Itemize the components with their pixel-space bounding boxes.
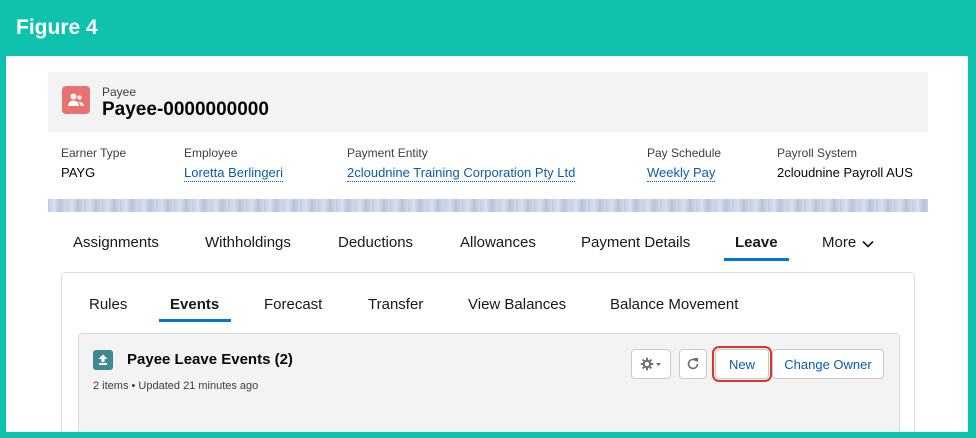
active-tab-indicator bbox=[724, 258, 789, 261]
highlight-label: Employee bbox=[184, 146, 238, 160]
related-list-card: Payee Leave Events (2) 2 items • Updated… bbox=[78, 333, 900, 432]
figure-title: Figure 4 bbox=[16, 16, 98, 39]
refresh-button[interactable] bbox=[679, 349, 707, 379]
tab-deductions[interactable]: Deductions bbox=[338, 234, 413, 251]
subtab-view-balances[interactable]: View Balances bbox=[468, 296, 566, 313]
highlight-employee: Employee Loretta Berlingeri bbox=[184, 146, 283, 182]
highlight-label: Payroll System bbox=[777, 146, 858, 160]
record-header: Payee Payee-0000000000 bbox=[48, 72, 928, 132]
main-tab-bar: Assignments Withholdings Deductions Allo… bbox=[48, 228, 928, 262]
tab-withholdings[interactable]: Withholdings bbox=[205, 234, 291, 251]
tab-allowances[interactable]: Allowances bbox=[460, 234, 536, 251]
subtab-balance-movement[interactable]: Balance Movement bbox=[610, 296, 738, 313]
highlight-value: PAYG bbox=[61, 165, 96, 180]
gear-icon bbox=[640, 357, 661, 371]
tab-payment-details[interactable]: Payment Details bbox=[581, 234, 690, 251]
record-title: Payee-0000000000 bbox=[102, 99, 269, 120]
highlight-label: Earner Type bbox=[61, 146, 127, 160]
highlight-payroll-system: Payroll System 2cloudnine Payroll AUS bbox=[777, 146, 913, 180]
leave-event-icon bbox=[93, 350, 113, 370]
more-label: More bbox=[822, 234, 857, 251]
highlight-earner-type: Earner Type PAYG bbox=[61, 146, 126, 180]
employee-link[interactable]: Loretta Berlingeri bbox=[184, 165, 283, 182]
list-settings-button[interactable] bbox=[631, 349, 671, 379]
highlight-label: Payment Entity bbox=[347, 146, 428, 160]
related-list-meta: 2 items • Updated 21 minutes ago bbox=[93, 380, 259, 392]
change-owner-button[interactable]: Change Owner bbox=[772, 349, 884, 379]
tab-leave[interactable]: Leave bbox=[735, 234, 778, 251]
new-button[interactable]: New bbox=[712, 346, 772, 382]
tab-assignments[interactable]: Assignments bbox=[73, 234, 159, 251]
subtab-rules[interactable]: Rules bbox=[89, 296, 127, 313]
highlight-payment-entity: Payment Entity 2cloudnine Training Corpo… bbox=[347, 146, 576, 182]
payee-icon bbox=[62, 86, 90, 114]
highlight-label: Pay Schedule bbox=[647, 146, 722, 160]
subtab-transfer[interactable]: Transfer bbox=[368, 296, 423, 313]
refresh-icon bbox=[687, 358, 699, 370]
chevron-down-icon bbox=[862, 235, 874, 252]
record-object-type: Payee bbox=[102, 85, 137, 99]
tab-more[interactable]: More bbox=[822, 234, 874, 252]
pay-schedule-link[interactable]: Weekly Pay bbox=[647, 165, 716, 182]
subtab-forecast[interactable]: Forecast bbox=[264, 296, 322, 313]
related-list-title: Payee Leave Events (2) bbox=[127, 351, 293, 368]
subtab-events[interactable]: Events bbox=[170, 296, 219, 313]
figure-header: Figure 4 bbox=[0, 0, 976, 56]
active-subtab-indicator bbox=[159, 319, 231, 322]
record-page: Payee Payee-0000000000 Earner Type PAYG … bbox=[6, 56, 968, 432]
highlight-pay-schedule: Pay Schedule Weekly Pay bbox=[647, 146, 722, 182]
header-decoration bbox=[48, 199, 928, 212]
payment-entity-link[interactable]: 2cloudnine Training Corporation Pty Ltd bbox=[347, 165, 576, 182]
leave-tab-content: Rules Events Forecast Transfer View Bala… bbox=[61, 272, 915, 432]
highlight-value: 2cloudnine Payroll AUS bbox=[777, 165, 913, 180]
